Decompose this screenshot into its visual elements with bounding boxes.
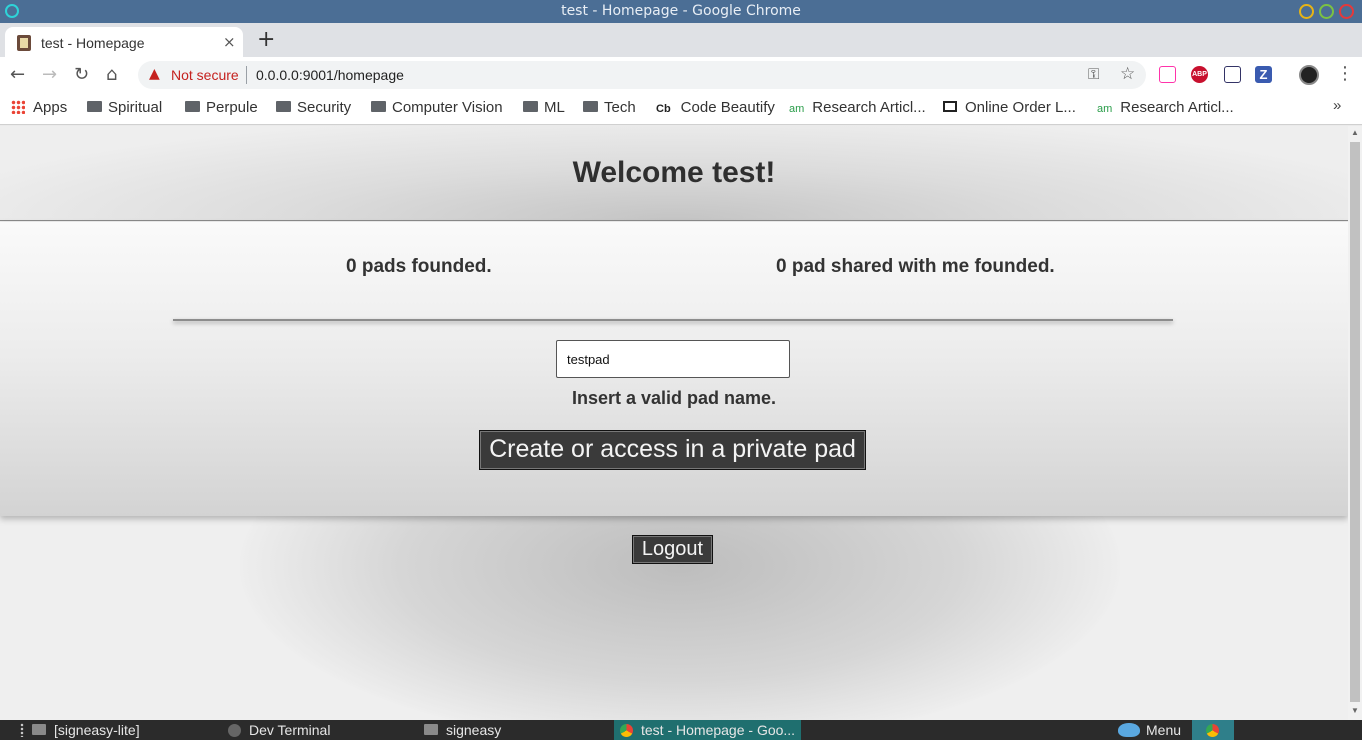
bookmark-online-order[interactable]: Online Order L... bbox=[943, 99, 1076, 116]
taskbar-label: [signeasy-lite] bbox=[54, 722, 140, 738]
page-header: Welcome test! bbox=[0, 126, 1348, 221]
browser-toolbar: ← → ↻ ⌂ ▲ Not secure 0.0.0.0:9001/homepa… bbox=[0, 57, 1362, 93]
clipboard-favicon-icon bbox=[17, 35, 31, 51]
maximize-button[interactable] bbox=[1319, 4, 1334, 19]
taskbar-item-signeasy[interactable]: signeasy bbox=[424, 722, 501, 738]
terminal-icon bbox=[228, 724, 241, 737]
back-icon[interactable]: ← bbox=[10, 64, 25, 85]
scroll-thumb[interactable] bbox=[1350, 142, 1360, 702]
forward-icon[interactable]: → bbox=[42, 64, 57, 85]
bookmark-apps[interactable]: Apps bbox=[11, 99, 67, 116]
url-text[interactable]: 0.0.0.0:9001/homepage bbox=[256, 67, 404, 83]
address-bar[interactable]: ▲ Not secure 0.0.0.0:9001/homepage ⚿ ☆ bbox=[138, 61, 1146, 89]
bookmark-label: Tech bbox=[604, 99, 636, 116]
folder-icon bbox=[32, 724, 46, 735]
chrome-icon bbox=[1206, 724, 1219, 737]
bookmark-label: Code Beautify bbox=[680, 99, 775, 116]
bookmark-label: Research Articl... bbox=[1120, 99, 1234, 116]
pad-name-input[interactable] bbox=[556, 340, 790, 378]
reload-icon[interactable]: ↻ bbox=[74, 64, 89, 85]
minimize-button[interactable] bbox=[1299, 4, 1314, 19]
tab-strip: test - Homepage × + bbox=[0, 23, 1362, 57]
section-divider bbox=[173, 319, 1173, 321]
tab-homepage[interactable]: test - Homepage × bbox=[5, 27, 243, 57]
am-icon: am bbox=[1097, 103, 1113, 115]
bookmark-label: Perpule bbox=[206, 99, 258, 116]
menu-logo-icon bbox=[1118, 723, 1140, 737]
logout-button[interactable]: Logout bbox=[632, 535, 713, 564]
bookmark-label: Research Articl... bbox=[812, 99, 926, 116]
panel-handle-icon bbox=[20, 723, 24, 737]
page-content: Welcome test! 0 pads founded. 0 pad shar… bbox=[0, 126, 1348, 720]
bookmark-research-articles-1[interactable]: am Research Articl... bbox=[789, 99, 926, 116]
bookmark-folder-perpule[interactable]: Perpule bbox=[185, 99, 258, 116]
extension-icon[interactable] bbox=[1159, 66, 1176, 83]
bookmark-label: Apps bbox=[33, 99, 68, 116]
folder-icon bbox=[276, 101, 291, 112]
taskbar-item-chrome[interactable]: test - Homepage - Goo... bbox=[614, 720, 802, 740]
window-titlebar: test - Homepage - Google Chrome bbox=[0, 0, 1362, 23]
document-extension-icon[interactable] bbox=[1224, 66, 1241, 83]
folder-icon bbox=[424, 724, 438, 735]
os-taskbar: [signeasy-lite] Dev Terminal signeasy te… bbox=[0, 720, 1362, 740]
scroll-down-icon[interactable]: ▼ bbox=[1351, 706, 1359, 715]
bookmark-label: Computer Vision bbox=[392, 99, 503, 116]
window-title: test - Homepage - Google Chrome bbox=[561, 3, 801, 19]
bookmark-code-beautify[interactable]: Cb Code Beautify bbox=[656, 99, 775, 116]
chrome-menu-icon[interactable]: ⋮ bbox=[1336, 63, 1354, 84]
zotero-icon[interactable]: Z bbox=[1255, 66, 1272, 83]
bookmark-label: ML bbox=[544, 99, 565, 116]
bookmark-label: Security bbox=[297, 99, 352, 116]
pads-count-label: 0 pads founded. bbox=[346, 256, 492, 277]
bookmark-folder-security[interactable]: Security bbox=[276, 99, 351, 116]
tab-title: test - Homepage bbox=[41, 35, 145, 51]
cb-icon: Cb bbox=[656, 103, 671, 115]
profile-avatar[interactable] bbox=[1299, 65, 1319, 85]
warning-icon: ▲ bbox=[149, 66, 160, 82]
menu-label: Menu bbox=[1146, 722, 1182, 738]
am-icon: am bbox=[789, 103, 805, 115]
folder-icon bbox=[523, 101, 538, 112]
start-menu-button[interactable]: Menu bbox=[1118, 722, 1181, 738]
folder-icon bbox=[583, 101, 598, 112]
bookmark-folder-spiritual[interactable]: Spiritual bbox=[87, 99, 162, 116]
folder-icon bbox=[185, 101, 200, 112]
bookmark-folder-ml[interactable]: ML bbox=[523, 99, 565, 116]
taskbar-label: test - Homepage - Goo... bbox=[641, 722, 796, 738]
tray-chrome-launcher[interactable] bbox=[1192, 720, 1234, 740]
close-window-button[interactable] bbox=[1339, 4, 1354, 19]
welcome-heading: Welcome test! bbox=[572, 156, 776, 189]
tab-close-icon[interactable]: × bbox=[223, 33, 236, 51]
bookmark-research-articles-2[interactable]: am Research Articl... bbox=[1097, 99, 1234, 116]
shared-pads-count-label: 0 pad shared with me founded. bbox=[776, 256, 1055, 277]
adblock-icon[interactable]: ABP bbox=[1191, 66, 1208, 83]
bookmark-label: Online Order L... bbox=[965, 99, 1076, 116]
apps-grid-icon bbox=[11, 100, 25, 114]
taskbar-item-signeasy-lite[interactable]: [signeasy-lite] bbox=[32, 722, 140, 738]
folder-icon bbox=[371, 101, 386, 112]
more-bookmarks-icon[interactable]: » bbox=[1333, 97, 1341, 114]
bookmarks-bar: Apps Spiritual Perpule Security Computer… bbox=[0, 93, 1362, 125]
computer-icon bbox=[943, 101, 957, 112]
pads-panel: 0 pads founded. 0 pad shared with me fou… bbox=[0, 222, 1348, 516]
new-tab-button[interactable]: + bbox=[257, 27, 275, 52]
not-secure-label[interactable]: Not secure bbox=[171, 67, 239, 83]
home-icon[interactable]: ⌂ bbox=[106, 64, 117, 85]
page-scrollbar[interactable]: ▲ ▼ bbox=[1348, 126, 1362, 720]
bookmark-folder-tech[interactable]: Tech bbox=[583, 99, 636, 116]
pad-name-hint: Insert a valid pad name. bbox=[571, 388, 777, 408]
folder-icon bbox=[87, 101, 102, 112]
chrome-icon bbox=[620, 724, 633, 737]
scroll-up-icon[interactable]: ▲ bbox=[1351, 128, 1359, 137]
taskbar-item-dev-terminal[interactable]: Dev Terminal bbox=[228, 722, 330, 738]
taskbar-label: Dev Terminal bbox=[249, 722, 331, 738]
bookmark-folder-computer-vision[interactable]: Computer Vision bbox=[371, 99, 503, 116]
key-icon[interactable]: ⚿ bbox=[1088, 65, 1099, 83]
bookmark-label: Spiritual bbox=[108, 99, 163, 116]
bookmark-star-icon[interactable]: ☆ bbox=[1120, 64, 1135, 84]
create-pad-button[interactable]: Create or access in a private pad bbox=[479, 430, 866, 470]
omnibox-separator bbox=[246, 66, 247, 84]
taskbar-label: signeasy bbox=[446, 722, 502, 738]
